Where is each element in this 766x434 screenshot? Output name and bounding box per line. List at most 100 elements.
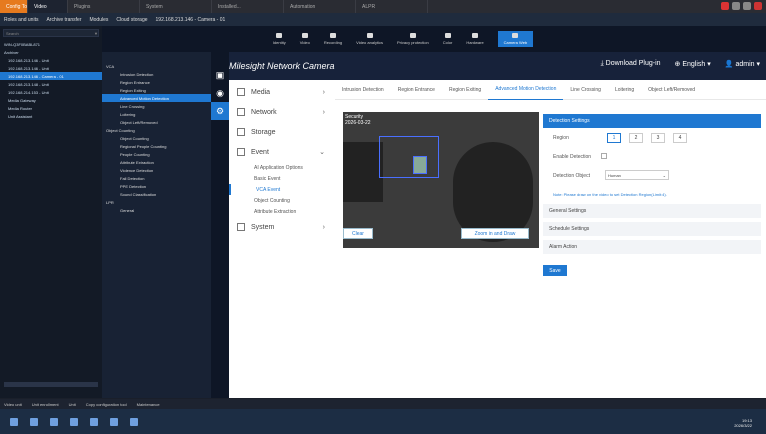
tree-item[interactable]: WIN-Q3F0BABL871: [0, 40, 102, 48]
maximize-icon[interactable]: [743, 2, 751, 10]
tab-plugins[interactable]: Plugins: [68, 0, 140, 13]
tree-item[interactable]: 192.168.213.146 - Unit: [0, 56, 102, 64]
tab-region-exiting[interactable]: Region Exiting: [442, 80, 488, 100]
recording-button[interactable]: Recording: [324, 33, 342, 45]
vca-menu-item[interactable]: Object Left/Removed: [102, 118, 211, 126]
vca-menu-item[interactable]: Region Exiting: [102, 86, 211, 94]
tab-intrusion-detection[interactable]: Intrusion Detection: [335, 80, 391, 100]
tab-advanced-motion-detection[interactable]: Advanced Motion Detection: [488, 80, 564, 100]
zoom-draw-button[interactable]: Zoom in and Draw: [461, 228, 529, 239]
minimize-icon[interactable]: [732, 2, 740, 10]
enable-detection-checkbox[interactable]: [601, 153, 607, 159]
vca-menu-item[interactable]: Attribute Extraction: [102, 158, 211, 166]
taskview-icon[interactable]: [70, 417, 78, 426]
tab-system[interactable]: System: [140, 0, 212, 13]
tab-region-entrance[interactable]: Region Entrance: [391, 80, 442, 100]
tree-item[interactable]: Media Gateway: [0, 96, 102, 104]
tree-item[interactable]: 192.168.213.148 - Unit: [0, 80, 102, 88]
settings-icon[interactable]: ⚙: [211, 102, 229, 120]
modules-link[interactable]: Modules: [89, 17, 108, 23]
archive-transfer-link[interactable]: Archive transfer: [46, 17, 81, 23]
filter-icon[interactable]: ▼: [94, 31, 98, 36]
tree-item[interactable]: 192.168.214.153 - Unit: [0, 88, 102, 96]
download-plugin-link[interactable]: ⤓ Download Plug-in: [601, 60, 661, 68]
vca-menu-item[interactable]: Advanced Motion Detection: [102, 94, 211, 102]
vca-menu-item[interactable]: Object Counting: [102, 126, 211, 134]
tab-alpr[interactable]: ALPR: [356, 0, 428, 13]
hardware-button[interactable]: Hardware: [466, 33, 484, 45]
tree-search-input[interactable]: Search ▼: [3, 29, 99, 37]
sub-basic-event[interactable]: Basic Event: [229, 173, 335, 184]
clear-button[interactable]: Clear: [343, 228, 373, 239]
vca-menu-item[interactable]: Object Counting: [102, 134, 211, 142]
vca-menu-item[interactable]: VCA: [102, 62, 211, 70]
vca-menu-item[interactable]: Sound Classification: [102, 190, 211, 198]
tree-item[interactable]: 192.168.213.146 - Camera - 01: [0, 72, 102, 80]
config-tool-icon[interactable]: [110, 417, 118, 426]
sidebar-item-event[interactable]: Event ⌄: [229, 142, 335, 162]
roles-and-units-link[interactable]: Roles and units: [4, 17, 38, 23]
close-icon[interactable]: [754, 2, 762, 10]
region-4-button[interactable]: 4: [673, 133, 687, 143]
sidebar-item-storage[interactable]: Storage: [229, 122, 335, 142]
maintenance-button[interactable]: Maintenance: [137, 402, 160, 407]
general-settings-header[interactable]: General Settings: [543, 204, 761, 218]
vca-menu-item[interactable]: People Counting: [102, 150, 211, 158]
video-button[interactable]: Video: [300, 33, 310, 45]
identity-button[interactable]: Identity: [273, 33, 286, 45]
language-select[interactable]: ⊕ English ▾: [675, 60, 711, 68]
unit-enrollment-button[interactable]: Unit enrollment: [32, 402, 59, 407]
user-menu[interactable]: 👤 admin ▾: [725, 60, 760, 68]
vca-menu-item[interactable]: Loitering: [102, 110, 211, 118]
vca-menu-item[interactable]: Regional People Counting: [102, 142, 211, 150]
alarm-action-header[interactable]: Alarm Action: [543, 240, 761, 254]
cloud-storage-link[interactable]: Cloud storage: [116, 17, 147, 23]
vca-menu-item[interactable]: Region Entrance: [102, 78, 211, 86]
detection-settings-header[interactable]: Detection Settings: [543, 114, 761, 128]
privacy-protection-button[interactable]: Privacy protection: [397, 33, 429, 45]
sub-ai-application-options[interactable]: AI Application Options: [229, 162, 335, 173]
tab-video[interactable]: Video: [28, 0, 68, 13]
tab-loitering[interactable]: Loitering: [608, 80, 641, 100]
camera-web-button[interactable]: Camera Web: [497, 31, 534, 47]
schedule-settings-header[interactable]: Schedule Settings: [543, 222, 761, 236]
sub-attribute-extraction[interactable]: Attribute Extraction: [229, 206, 335, 217]
detection-region[interactable]: [379, 136, 439, 178]
vca-menu-item[interactable]: LPR: [102, 198, 211, 206]
tree-item[interactable]: Archiver: [0, 48, 102, 56]
vca-menu-item[interactable]: Fall Detection: [102, 174, 211, 182]
file-explorer-icon[interactable]: [50, 417, 58, 426]
region-1-button[interactable]: 1: [607, 133, 621, 143]
vca-menu-item[interactable]: Line Crossing: [102, 102, 211, 110]
region-3-button[interactable]: 3: [651, 133, 665, 143]
save-button[interactable]: Save: [543, 265, 567, 276]
notification-icon[interactable]: [721, 2, 729, 10]
search-icon[interactable]: [30, 417, 38, 426]
start-icon[interactable]: [10, 417, 18, 426]
color-button[interactable]: Color: [443, 33, 452, 45]
sidebar-item-network[interactable]: Network ›: [229, 102, 335, 122]
tab-object-left-removed[interactable]: Object Left/Removed: [641, 80, 702, 100]
vca-menu-item[interactable]: PPE Detection: [102, 182, 211, 190]
tree-item[interactable]: 192.168.213.146 - Unit: [0, 64, 102, 72]
app-icon[interactable]: [130, 417, 138, 426]
vca-menu-item[interactable]: Intrusion Detection: [102, 70, 211, 78]
tab-automation[interactable]: Automation: [284, 0, 356, 13]
copy-config-button[interactable]: Copy configuration tool: [86, 402, 127, 407]
tab-line-crossing[interactable]: Line Crossing: [563, 80, 608, 100]
region-2-button[interactable]: 2: [629, 133, 643, 143]
tree-scrollbar[interactable]: [4, 382, 98, 387]
tree-item[interactable]: Unit Assistant: [0, 112, 102, 120]
live-view-icon[interactable]: ▣: [215, 70, 225, 80]
detection-object-select[interactable]: Human ⌄: [605, 170, 669, 180]
tab-config-tool[interactable]: Config Tool: [0, 0, 28, 13]
tree-item[interactable]: Media Router: [0, 104, 102, 112]
video-unit-button[interactable]: Video unit: [4, 402, 22, 407]
video-analytics-button[interactable]: Video analytics: [356, 33, 383, 45]
sub-vca-event[interactable]: VCA Event: [229, 184, 335, 195]
vca-menu-item[interactable]: General: [102, 206, 211, 214]
sidebar-item-system[interactable]: System ›: [229, 217, 335, 237]
chrome-icon[interactable]: [90, 417, 98, 426]
playback-icon[interactable]: ◉: [215, 88, 225, 98]
unit-button[interactable]: Unit: [69, 402, 76, 407]
